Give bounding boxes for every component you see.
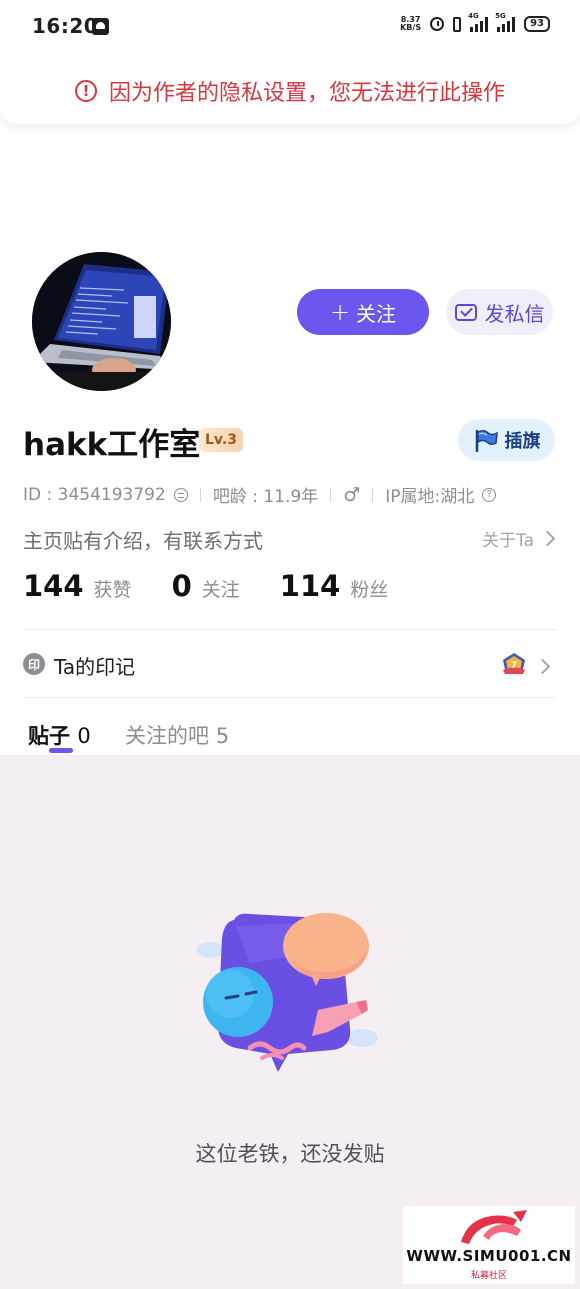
battery-icon: 93: [524, 16, 550, 32]
divider: [23, 697, 556, 698]
empty-state-message: 这位老铁，还没发贴: [195, 1142, 385, 1166]
vibrate-icon: [453, 16, 462, 32]
status-icons: 8.37 KB/S 4G 5G 93: [400, 12, 550, 32]
avatar-image: [32, 252, 171, 391]
level-badge[interactable]: Lv.3: [199, 428, 243, 452]
copy-id-icon[interactable]: [173, 487, 188, 502]
chevron-right-icon: [539, 530, 556, 547]
empty-state-illustration: [190, 908, 380, 1082]
tab-indicator: [49, 748, 73, 753]
seal-badge-icon: 7: [501, 652, 527, 680]
username: hakk工作室: [23, 427, 201, 463]
send-message-button[interactable]: 发私信: [446, 289, 553, 335]
watermark-subtext: 私募社区: [470, 1271, 507, 1281]
toast-message: 因为作者的隐私设置，您无法进行此操作: [108, 81, 505, 106]
about-link[interactable]: 关于Ta: [482, 526, 556, 551]
help-icon[interactable]: ?: [482, 487, 497, 502]
flag-icon: [475, 429, 498, 452]
watermark-logo: [461, 1210, 527, 1244]
user-id: ID : 3454193792: [23, 484, 166, 505]
stat-following[interactable]: 0 关注: [172, 569, 240, 603]
notification-icon: [92, 18, 109, 35]
divider: [330, 487, 332, 502]
divider: [23, 629, 556, 630]
privacy-toast: ! 因为作者的隐私设置，您无法进行此操作: [0, 58, 580, 124]
stat-likes[interactable]: 144 获赞: [23, 569, 132, 603]
avatar[interactable]: [32, 252, 171, 391]
follow-button[interactable]: + 关注: [297, 289, 429, 335]
profile-intro: 主页贴有介绍，有联系方式: [23, 529, 263, 553]
chevron-right-icon: [534, 657, 551, 676]
gender-icon: ♂: [343, 483, 361, 506]
status-time: 16:20: [32, 14, 99, 38]
tab-posts[interactable]: 贴子 0: [28, 720, 91, 750]
signal-icon-1: 4G: [468, 12, 489, 32]
seal-icon: 印: [23, 653, 45, 675]
watermark-text: WWW.SIMU001.CN: [406, 1247, 572, 1265]
tab-followed-bars[interactable]: 关注的吧 5: [125, 720, 229, 750]
stat-followers[interactable]: 114 粉丝: [280, 569, 389, 603]
flag-button[interactable]: 插旗: [458, 419, 555, 461]
mail-icon: [454, 303, 477, 321]
warning-icon: !: [74, 80, 97, 102]
signal-icon-2: 5G: [495, 12, 516, 32]
bar-age: 吧龄 : 11.9年: [212, 487, 319, 507]
profile-meta: ID : 3454193792 吧龄 : 11.9年 ♂ IP属地:湖北 ?: [23, 482, 497, 507]
seal-label: Ta的印记: [54, 655, 136, 679]
divider: [199, 487, 201, 502]
profile-stats: 144 获赞 0 关注 114 粉丝: [23, 569, 388, 603]
ip-location: IP属地:湖北: [385, 487, 475, 507]
network-speed: 8.37 KB/S: [400, 15, 422, 32]
plus-icon: +: [329, 298, 351, 326]
divider: [372, 487, 374, 502]
alarm-icon: [430, 17, 445, 31]
svg-text:7: 7: [511, 661, 517, 671]
